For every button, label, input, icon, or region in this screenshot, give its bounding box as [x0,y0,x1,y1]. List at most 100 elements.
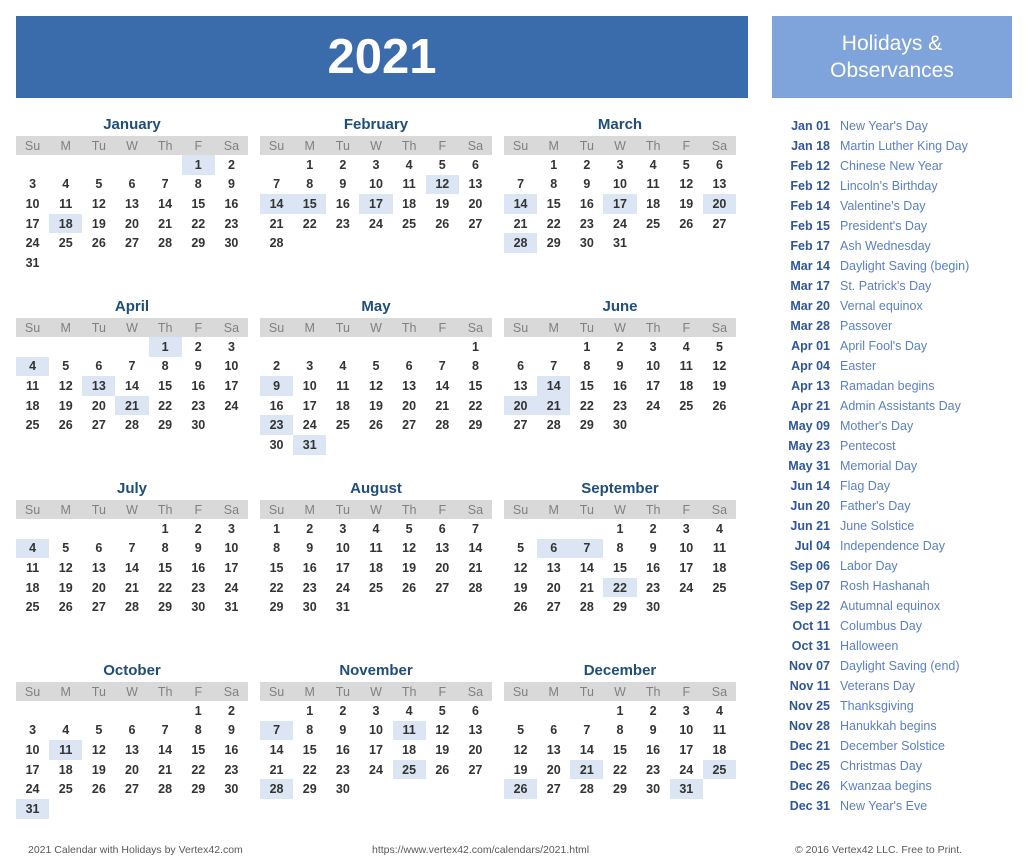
day-cell[interactable]: 31 [603,233,636,253]
day-cell[interactable]: 1 [603,701,636,721]
day-cell[interactable]: 28 [459,578,492,598]
day-cell[interactable]: 23 [215,760,248,780]
day-cell[interactable]: 3 [359,155,392,175]
day-cell[interactable]: 6 [537,538,571,559]
day-cell[interactable]: 1 [293,701,326,721]
day-cell[interactable]: 5 [359,357,392,377]
day-cell[interactable]: 16 [603,376,636,396]
day-cell[interactable]: 30 [637,779,670,799]
day-cell[interactable]: 3 [326,519,359,539]
day-cell[interactable]: 17 [215,376,248,396]
day-cell[interactable]: 21 [426,396,459,416]
day-cell[interactable]: 31 [16,798,50,819]
day-cell[interactable]: 7 [504,175,537,195]
day-cell[interactable]: 22 [149,396,182,416]
day-cell[interactable]: 19 [426,194,459,214]
day-cell[interactable]: 21 [570,578,603,598]
day-cell[interactable]: 22 [603,577,637,598]
day-cell[interactable]: 2 [260,357,293,377]
day-cell[interactable]: 8 [149,539,182,559]
day-cell[interactable]: 20 [537,578,570,598]
day-cell[interactable]: 17 [16,760,49,780]
day-cell[interactable]: 26 [703,396,736,416]
day-cell[interactable]: 16 [326,740,359,760]
day-cell[interactable]: 25 [702,759,736,780]
day-cell[interactable]: 28 [149,779,182,799]
day-cell[interactable]: 15 [570,376,603,396]
day-cell[interactable]: 7 [537,357,570,377]
day-cell[interactable]: 31 [293,434,327,455]
day-cell[interactable]: 28 [260,779,294,799]
day-cell[interactable]: 29 [182,779,215,799]
day-cell[interactable]: 25 [670,396,703,416]
day-cell[interactable]: 11 [359,539,392,559]
day-cell[interactable]: 4 [16,538,50,559]
day-cell[interactable]: 12 [49,376,82,396]
day-cell[interactable]: 19 [504,578,537,598]
day-cell[interactable]: 20 [459,740,492,760]
day-cell[interactable]: 19 [426,740,459,760]
day-cell[interactable]: 21 [115,578,148,598]
day-cell[interactable]: 7 [260,720,294,741]
day-cell[interactable]: 6 [504,357,537,377]
day-cell[interactable]: 22 [603,760,636,780]
day-cell[interactable]: 8 [570,357,603,377]
day-cell[interactable]: 27 [393,415,426,435]
day-cell[interactable]: 1 [537,155,570,175]
day-cell[interactable]: 12 [425,174,459,195]
day-cell[interactable]: 18 [393,740,426,760]
day-cell[interactable]: 29 [293,779,326,799]
day-cell[interactable]: 12 [426,721,459,741]
day-cell[interactable]: 7 [570,538,604,559]
day-cell[interactable]: 29 [570,415,603,435]
day-cell[interactable]: 28 [115,415,148,435]
day-cell[interactable]: 23 [215,214,248,234]
day-cell[interactable]: 5 [426,701,459,721]
day-cell[interactable]: 1 [570,337,603,357]
day-cell[interactable]: 24 [293,415,326,435]
day-cell[interactable]: 31 [326,597,359,617]
day-cell[interactable]: 6 [82,539,115,559]
day-cell[interactable]: 2 [637,519,670,539]
day-cell[interactable]: 16 [182,558,215,578]
day-cell[interactable]: 19 [670,194,703,214]
day-cell[interactable]: 25 [393,214,426,234]
day-cell[interactable]: 14 [115,376,148,396]
day-cell[interactable]: 7 [115,357,148,377]
day-cell[interactable]: 18 [49,760,82,780]
day-cell[interactable]: 17 [359,740,392,760]
day-cell[interactable]: 17 [670,558,703,578]
day-cell[interactable]: 8 [293,721,326,741]
day-cell[interactable]: 3 [637,337,670,357]
day-cell[interactable]: 10 [359,721,392,741]
day-cell[interactable]: 15 [537,194,570,214]
day-cell[interactable]: 16 [260,396,293,416]
day-cell[interactable]: 26 [670,214,703,234]
day-cell[interactable]: 13 [504,376,537,396]
day-cell[interactable]: 15 [182,194,215,214]
day-cell[interactable]: 31 [669,779,703,799]
day-cell[interactable]: 12 [703,357,736,377]
day-cell[interactable]: 4 [670,337,703,357]
day-cell[interactable]: 15 [149,558,182,578]
day-cell[interactable]: 27 [115,233,148,253]
day-cell[interactable]: 2 [326,155,359,175]
day-cell[interactable]: 11 [392,720,426,741]
day-cell[interactable]: 4 [703,519,736,539]
day-cell[interactable]: 15 [260,558,293,578]
day-cell[interactable]: 29 [603,597,636,617]
day-cell[interactable]: 3 [670,519,703,539]
day-cell[interactable]: 18 [393,194,426,214]
day-cell[interactable]: 5 [82,175,115,195]
day-cell[interactable]: 10 [326,539,359,559]
day-cell[interactable]: 27 [82,415,115,435]
day-cell[interactable]: 29 [182,233,215,253]
day-cell[interactable]: 14 [260,740,293,760]
day-cell[interactable]: 19 [703,376,736,396]
day-cell[interactable]: 18 [670,376,703,396]
day-cell[interactable]: 20 [82,578,115,598]
day-cell[interactable]: 20 [82,396,115,416]
day-cell[interactable]: 6 [82,357,115,377]
day-cell[interactable]: 17 [215,558,248,578]
day-cell[interactable]: 3 [293,357,326,377]
